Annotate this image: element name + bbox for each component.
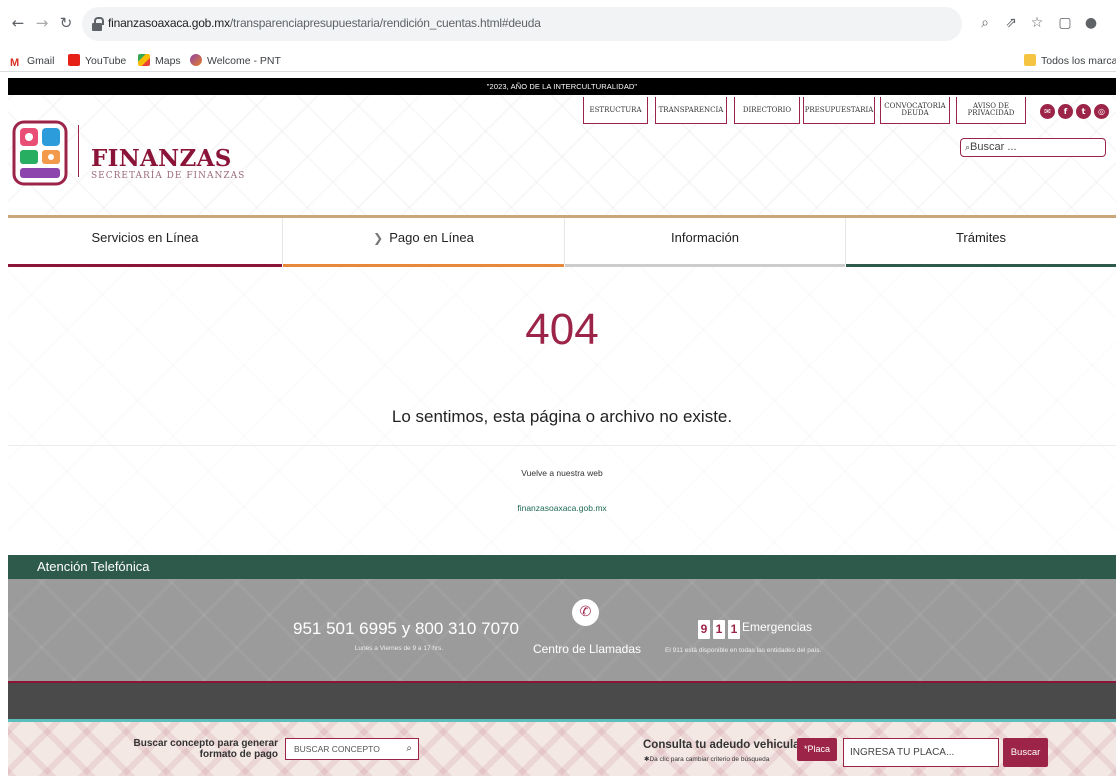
site-search-input[interactable]: ⌕Buscar ... [960, 138, 1106, 157]
logo-divider [78, 125, 79, 177]
gmail-icon: M [10, 57, 22, 69]
bookmark-maps[interactable]: Maps [138, 53, 181, 69]
placa-button[interactable]: *Placa [797, 738, 837, 761]
emergency-digit: 1 [713, 620, 725, 639]
phone-panel: 951 501 6995 y 800 310 7070 Lunes a Vier… [8, 579, 1116, 681]
url-text: finanzasoaxaca.gob.mx/transparenciapresu… [108, 16, 541, 30]
vehicle-title: Consulta tu adeudo vehicular [643, 739, 805, 751]
link-transparencia[interactable]: TRANSPARENCIA [655, 97, 727, 124]
link-directorio[interactable]: DIRECTORIO [734, 97, 800, 124]
reload-icon[interactable]: ↻ [56, 13, 76, 33]
site-header: FINANZAS SECRETARÍA DE FINANZAS ESTRUCTU… [8, 95, 1116, 215]
emergency-note: El 911 está disponible en todas las enti… [665, 647, 822, 654]
concept-search-input[interactable]: BUSCAR CONCEPTO ⌕ [285, 738, 419, 760]
twitter-icon[interactable]: t [1076, 104, 1091, 119]
error-message: Lo sentimos, esta página o archivo no ex… [391, 407, 733, 426]
nav-tramites[interactable]: Trámites [846, 218, 1116, 267]
concept-label: Buscar concepto para generar formato de … [133, 738, 279, 760]
phone-section-title: Atención Telefónica [8, 555, 1116, 579]
bookmark-gmail[interactable]: M Gmail [10, 53, 54, 69]
website: "2023, AÑO DE LA INTERCULTURALIDAD" FINA… [8, 78, 1116, 776]
year-banner: "2023, AÑO DE LA INTERCULTURALIDAD" [8, 78, 1116, 95]
emergency-digit: 9 [698, 620, 710, 639]
top-links: ESTRUCTURA TRANSPARENCIA DIRECTORIO PRES… [8, 97, 1116, 125]
link-convocatoria-deuda[interactable]: CONVOCATORIA DEUDA [880, 97, 950, 124]
main-nav: Servicios en Línea ❯ Pago en Línea Inform… [8, 215, 1116, 267]
address-bar[interactable]: finanzasoaxaca.gob.mx/transparenciapresu… [82, 7, 962, 41]
oaxaca-logo-icon[interactable] [12, 120, 68, 186]
pnt-icon [190, 54, 202, 66]
forward-arrow-icon[interactable]: → [32, 13, 52, 33]
youtube-icon [68, 54, 80, 66]
bookmark-pnt[interactable]: Welcome - PNT [190, 53, 281, 69]
phone-icon: ✆ [572, 599, 599, 626]
folder-icon [1024, 54, 1036, 66]
error-section: 404 Lo sentimos, esta página o archivo n… [8, 267, 1116, 555]
logo-title[interactable]: FINANZAS [91, 145, 232, 172]
all-bookmarks[interactable]: Todos los marcado [1024, 53, 1116, 69]
back-arrow-icon[interactable]: ← [8, 13, 28, 33]
link-aviso-privacidad[interactable]: AVISO DE PRIVACIDAD [956, 97, 1026, 124]
link-presupuestaria[interactable]: PRESUPUESTARIA [803, 97, 875, 124]
nav-servicios-en-linea[interactable]: Servicios en Línea [8, 218, 282, 267]
vehicle-subtitle: ✱Da clic para cambiar criterio de búsque… [644, 756, 770, 763]
share-icon[interactable]: ⇗ [1002, 14, 1020, 32]
logo-subtitle: SECRETARÍA DE FINANZAS [91, 171, 246, 181]
back-label: Vuelve a nuestra web [521, 468, 603, 478]
star-icon[interactable]: ☆ [1028, 14, 1046, 32]
emergency-label: Emergencias [742, 620, 813, 634]
maps-icon [138, 54, 150, 66]
bookmarks-bar: M Gmail YouTube Maps Welcome - PNT Todos … [0, 50, 1116, 72]
zoom-icon[interactable]: ⌕ [976, 14, 994, 32]
sidepanel-icon[interactable]: ▢ [1056, 14, 1074, 32]
browser-toolbar: ← → ↻ finanzasoaxaca.gob.mx/transparenci… [0, 0, 1116, 50]
instagram-icon[interactable]: ◎ [1094, 104, 1109, 119]
search-icon[interactable]: ⌕ [406, 739, 412, 759]
error-code: 404 [525, 305, 599, 354]
divider [8, 445, 1116, 446]
placa-input[interactable]: INGRESA TU PLACA... [843, 738, 999, 767]
buscar-button[interactable]: Buscar [1003, 738, 1048, 767]
phone-hours: Lunes a Viernes de 9 a 17 hrs. [354, 645, 444, 652]
emergency-digit: 1 [728, 620, 740, 639]
nav-informacion[interactable]: Información [565, 218, 845, 267]
lock-icon [92, 17, 104, 31]
call-center-label: Centro de Llamadas [532, 642, 642, 656]
footer-band [8, 683, 1116, 719]
back-home-link[interactable]: finanzasoaxaca.gob.mx [8, 503, 1116, 513]
nav-pago-en-linea[interactable]: ❯ Pago en Línea [283, 218, 564, 267]
profile-icon[interactable]: ● [1082, 14, 1100, 32]
payment-toolbar: Buscar concepto para generar formato de … [8, 722, 1116, 776]
email-icon[interactable]: ✉ [1040, 104, 1055, 119]
bookmark-youtube[interactable]: YouTube [68, 53, 126, 69]
facebook-icon[interactable]: f [1058, 104, 1073, 119]
link-estructura[interactable]: ESTRUCTURA [583, 97, 648, 124]
phone-numbers[interactable]: 951 501 6995 y 800 310 7070 [293, 619, 519, 639]
chevron-right-icon: ❯ [373, 231, 384, 245]
